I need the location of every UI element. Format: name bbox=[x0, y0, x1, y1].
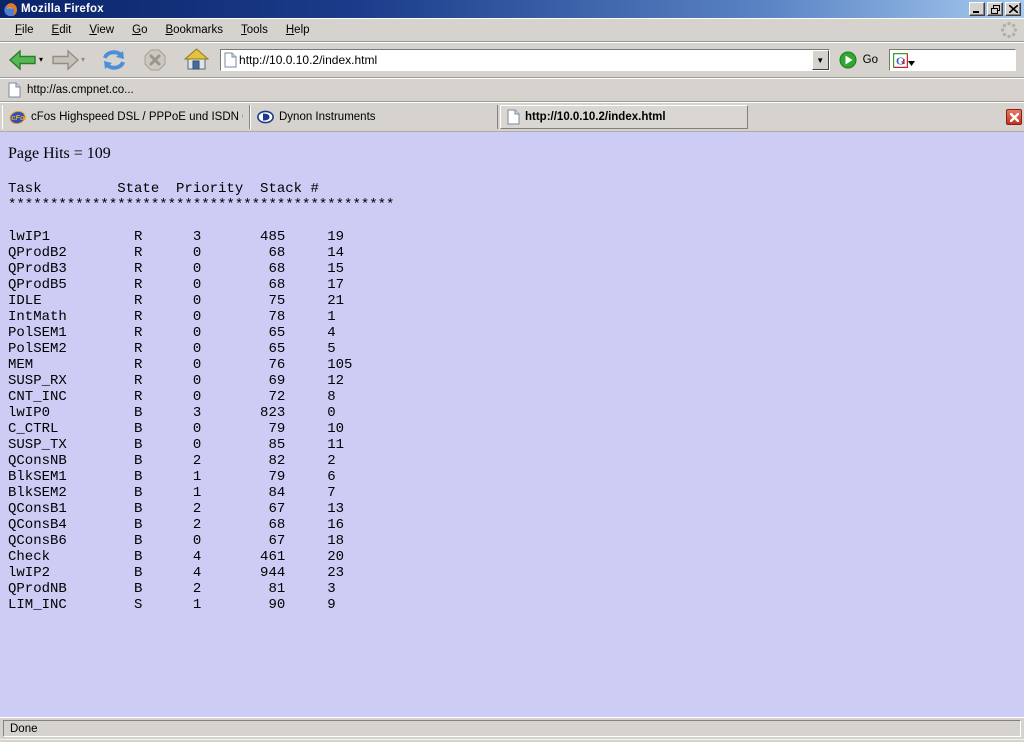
task-row: QConsNB B 2 82 2 bbox=[8, 453, 1024, 469]
bookmark-item[interactable]: http://as.cmpnet.co... bbox=[27, 84, 134, 96]
page-content: Page Hits = 109 Task State Priority Stac… bbox=[0, 132, 1024, 717]
menu-tools[interactable]: Tools bbox=[232, 22, 277, 38]
tab-label: cFos Highspeed DSL / PPPoE und ISDN CAP.… bbox=[31, 111, 243, 123]
menu-edit[interactable]: Edit bbox=[43, 22, 81, 38]
url-bar[interactable]: ▼ bbox=[220, 49, 830, 71]
google-icon[interactable]: G bbox=[893, 53, 908, 68]
forward-button[interactable]: ▾ bbox=[48, 47, 87, 73]
task-row: SUSP_TX B 0 85 11 bbox=[8, 437, 1024, 453]
table-header-row: Task State Priority Stack # bbox=[8, 181, 1024, 197]
navigation-toolbar: ▾ ▾ bbox=[0, 42, 1024, 78]
minimize-icon bbox=[973, 5, 981, 13]
svg-text:cFos: cFos bbox=[11, 113, 26, 122]
task-row: QProdB2 R 0 68 14 bbox=[8, 245, 1024, 261]
task-row: lwIP2 B 4 944 23 bbox=[8, 565, 1024, 581]
task-row: QConsB6 B 0 67 18 bbox=[8, 533, 1024, 549]
page-hits-text: Page Hits = 109 bbox=[8, 145, 1024, 163]
page-icon bbox=[8, 82, 21, 98]
forward-dropdown-icon[interactable]: ▾ bbox=[81, 56, 85, 64]
task-row: C_CTRL B 0 79 10 bbox=[8, 421, 1024, 437]
task-row: IDLE R 0 75 21 bbox=[8, 293, 1024, 309]
restore-button[interactable] bbox=[987, 2, 1003, 16]
task-row: PolSEM2 R 0 65 5 bbox=[8, 341, 1024, 357]
window-title: Mozilla Firefox bbox=[21, 3, 104, 15]
task-row: Check B 4 461 20 bbox=[8, 549, 1024, 565]
menu-view[interactable]: View bbox=[80, 22, 123, 38]
dynon-icon bbox=[257, 110, 274, 124]
task-row: CNT_INC R 0 72 8 bbox=[8, 389, 1024, 405]
back-icon bbox=[8, 49, 38, 71]
task-row: MEM R 0 76 105 bbox=[8, 357, 1024, 373]
task-row: lwIP1 R 3 485 19 bbox=[8, 229, 1024, 245]
tab-1[interactable]: cFos cFos Highspeed DSL / PPPoE und ISDN … bbox=[2, 105, 250, 129]
go-button[interactable]: Go bbox=[863, 54, 878, 66]
tab-2[interactable]: Dynon Instruments bbox=[250, 105, 498, 129]
tab-bar: cFos cFos Highspeed DSL / PPPoE und ISDN … bbox=[0, 102, 1024, 132]
home-button[interactable] bbox=[181, 46, 211, 74]
stop-icon bbox=[143, 48, 167, 72]
back-dropdown-icon[interactable]: ▾ bbox=[39, 56, 43, 64]
close-button[interactable] bbox=[1005, 2, 1021, 16]
menu-bookmarks[interactable]: Bookmarks bbox=[156, 22, 232, 38]
task-row: PolSEM1 R 0 65 4 bbox=[8, 325, 1024, 341]
forward-icon bbox=[50, 49, 80, 71]
home-icon bbox=[183, 48, 209, 72]
back-button[interactable]: ▾ bbox=[6, 47, 45, 73]
search-input[interactable] bbox=[915, 51, 1015, 69]
bookmarks-toolbar: http://as.cmpnet.co... bbox=[0, 78, 1024, 102]
table-separator-row: ****************************************… bbox=[8, 197, 1024, 213]
title-bar: Mozilla Firefox bbox=[0, 0, 1024, 18]
url-input[interactable] bbox=[237, 51, 812, 69]
close-tab-button[interactable] bbox=[1006, 109, 1022, 125]
throbber-icon bbox=[1000, 21, 1018, 39]
task-row: lwIP0 B 3 823 0 bbox=[8, 405, 1024, 421]
task-row: QConsB4 B 2 68 16 bbox=[8, 517, 1024, 533]
tab-label: http://10.0.10.2/index.html bbox=[525, 111, 666, 123]
status-bar: Done bbox=[0, 717, 1024, 739]
restore-icon bbox=[991, 5, 1000, 14]
page-icon bbox=[507, 109, 520, 125]
task-row: BlkSEM2 B 1 84 7 bbox=[8, 485, 1024, 501]
browser-window: Mozilla Firefox FileEditViewGoBookmarksT… bbox=[0, 0, 1024, 742]
url-dropdown-button[interactable]: ▼ bbox=[812, 50, 829, 70]
page-icon bbox=[224, 52, 237, 68]
task-row: QProdNB B 2 81 3 bbox=[8, 581, 1024, 597]
task-row: QConsB1 B 2 67 13 bbox=[8, 501, 1024, 517]
search-box[interactable]: G bbox=[889, 49, 1016, 71]
reload-icon bbox=[101, 48, 127, 72]
tab-label: Dynon Instruments bbox=[279, 111, 376, 123]
cfos-icon: cFos bbox=[9, 109, 26, 125]
stop-button[interactable] bbox=[141, 46, 169, 74]
menu-file[interactable]: File bbox=[6, 22, 43, 38]
menu-bar: FileEditViewGoBookmarksToolsHelp bbox=[0, 18, 1024, 42]
close-icon bbox=[1009, 5, 1018, 13]
close-tab-icon bbox=[1010, 113, 1019, 122]
menu-help[interactable]: Help bbox=[277, 22, 319, 38]
firefox-icon bbox=[3, 2, 18, 17]
status-text: Done bbox=[10, 723, 38, 735]
task-table: Task State Priority Stack #*************… bbox=[8, 181, 1024, 613]
blank-row bbox=[8, 213, 1024, 229]
go-icon[interactable] bbox=[839, 51, 857, 69]
task-row: QProdB3 R 0 68 15 bbox=[8, 261, 1024, 277]
task-row: SUSP_RX R 0 69 12 bbox=[8, 373, 1024, 389]
task-row: BlkSEM1 B 1 79 6 bbox=[8, 469, 1024, 485]
task-row: LIM_INC S 1 90 9 bbox=[8, 597, 1024, 613]
search-dropdown-icon[interactable] bbox=[908, 61, 915, 66]
task-row: QProdB5 R 0 68 17 bbox=[8, 277, 1024, 293]
menu-go[interactable]: Go bbox=[123, 22, 156, 38]
minimize-button[interactable] bbox=[969, 2, 985, 16]
status-panel: Done bbox=[3, 720, 1021, 737]
task-row: IntMath R 0 78 1 bbox=[8, 309, 1024, 325]
reload-button[interactable] bbox=[99, 46, 129, 74]
tab-3[interactable]: http://10.0.10.2/index.html bbox=[500, 105, 748, 129]
